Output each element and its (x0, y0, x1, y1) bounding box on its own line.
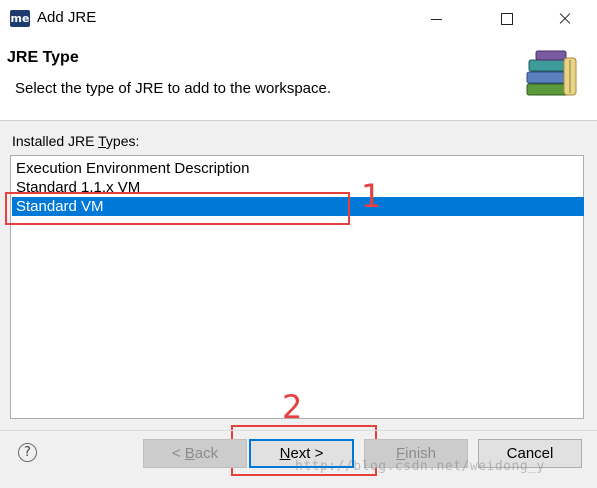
page-title: JRE Type (7, 49, 79, 66)
library-books-icon (526, 50, 577, 96)
title-bar: me Add JRE (0, 0, 597, 39)
annotation-box-1 (5, 192, 350, 225)
footer-separator (0, 430, 597, 431)
label-mnemonic: T (98, 133, 106, 149)
window-title: Add JRE (37, 9, 97, 26)
annotation-number-2: 2 (282, 388, 303, 426)
back-mnemonic: B (184, 445, 195, 462)
minimize-button[interactable] (414, 0, 460, 38)
back-prefix: < (171, 445, 185, 462)
page-description: Select the type of JRE to add to the wor… (15, 80, 332, 97)
app-icon: me (10, 10, 30, 27)
back-suffix: ack (194, 445, 219, 462)
label-prefix: Installed JRE (12, 133, 99, 149)
annotation-number-1: 1 (361, 177, 382, 215)
help-icon[interactable]: ? (18, 443, 37, 462)
list-item-execution-environment[interactable]: Execution Environment Description (12, 159, 584, 178)
label-suffix: ypes: (105, 133, 140, 149)
close-button[interactable] (542, 0, 588, 38)
back-button[interactable]: < Back (143, 439, 247, 468)
maximize-button[interactable] (484, 0, 530, 38)
watermark-text: http://blog.csdn.net/weidong_y (295, 459, 545, 474)
installed-jre-types-label: Installed JRE Types: (12, 133, 139, 149)
wizard-header: JRE Type Select the type of JRE to add t… (0, 38, 597, 121)
next-mnemonic: N (279, 445, 291, 462)
